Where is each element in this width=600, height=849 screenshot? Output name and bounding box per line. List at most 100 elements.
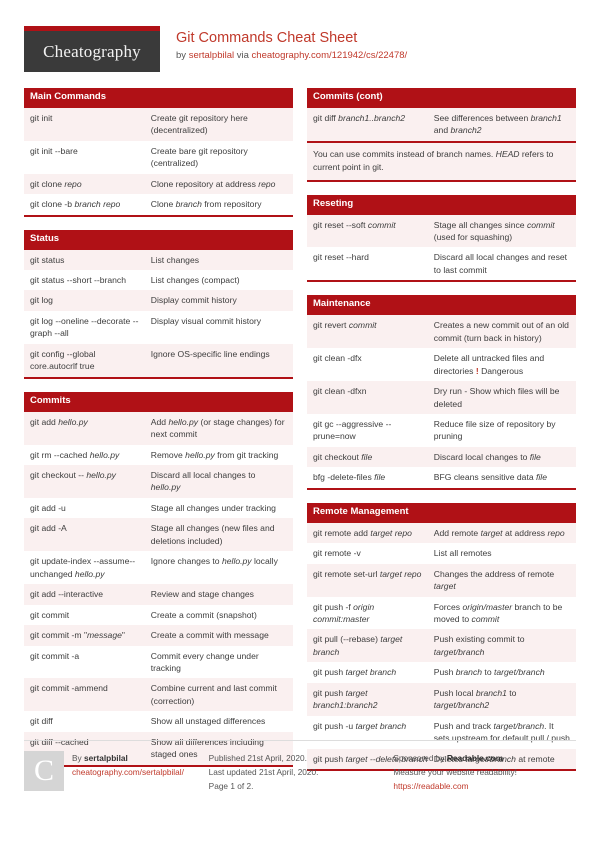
section-title: Main Commands bbox=[24, 88, 293, 108]
description-cell: Display visual commit history bbox=[150, 315, 262, 326]
command-cell: git push target branch1:branch2 bbox=[313, 687, 378, 711]
table-row: git reset --hard Discard all local change… bbox=[307, 247, 576, 281]
footer-author-name: sertalpbilal bbox=[84, 752, 128, 763]
table-row: git pull (--rebase) target branch Push ex… bbox=[307, 629, 576, 663]
command-cell: git log --oneline --decorate --graph -⁠-… bbox=[30, 315, 139, 339]
cheatography-logo[interactable]: Cheatography bbox=[24, 26, 160, 72]
table-row: git init --bare Create bare git repositor… bbox=[24, 140, 293, 174]
footer-updated: Last updated 21st April, 2020. bbox=[208, 766, 319, 777]
table-row: git clean -dfxn Dry run - Show which file… bbox=[307, 381, 576, 414]
section-block: Main Commands git init Create git reposito… bbox=[24, 88, 293, 217]
command-cell: git rm --cached hello.py bbox=[30, 449, 120, 460]
description-cell: Push local branch1 to target/branch2 bbox=[433, 687, 517, 711]
footer-by-label: By bbox=[72, 752, 84, 763]
footer-publish-block: Published 21st April, 2020. Last updated… bbox=[207, 751, 392, 793]
description-cell: Push branch to target/branch bbox=[433, 667, 545, 678]
footer-sponsor-url[interactable]: https://readable.com bbox=[393, 779, 517, 793]
section-rows: git remote add target repo Add remote tar… bbox=[307, 522, 576, 770]
section-title: Commits bbox=[24, 391, 293, 412]
table-row: git add -u Stage all changes under tracki… bbox=[24, 497, 293, 519]
section-rows: git revert commit Creates a new commit ou… bbox=[307, 315, 576, 488]
command-cell: git remote set-url target repo bbox=[313, 568, 422, 579]
table-row: git log --oneline --decorate --graph -⁠-… bbox=[24, 310, 293, 344]
section-title: Status bbox=[24, 229, 293, 250]
footer-sponsor-block: Sponsored by Readable.com Measure your w… bbox=[391, 751, 576, 793]
command-cell: git clean -dfxn bbox=[313, 386, 367, 397]
table-row: git clean -dfx Delete all untracked files… bbox=[307, 348, 576, 382]
command-cell: git init bbox=[30, 112, 53, 123]
description-cell: Discard all local changes and reset to l… bbox=[433, 252, 568, 275]
description-cell: Discard local changes to file bbox=[433, 451, 541, 462]
table-row: git diff Show all unstaged differences bbox=[24, 711, 293, 732]
table-row: git remote add target repo Add remote tar… bbox=[307, 522, 576, 544]
command-cell: git clean -dfx bbox=[313, 353, 362, 364]
section-block: Remote Management git remote add target r… bbox=[307, 502, 576, 772]
description-cell: Stage all changes under tracking bbox=[150, 502, 276, 513]
byline-author-link[interactable]: sertalpbilal bbox=[189, 50, 234, 61]
description-cell: Add hello.py (or stage changes) for next… bbox=[150, 416, 285, 440]
command-cell: git remote -v bbox=[313, 548, 361, 559]
page-footer: C By sertalpbilal cheatography.com/serta… bbox=[24, 739, 576, 793]
description-cell: Create bare git repository (centralized) bbox=[150, 145, 248, 169]
command-cell: git commit -m "message" bbox=[30, 630, 125, 641]
description-cell: Delete all untracked files and directori… bbox=[433, 353, 545, 376]
section-rows: git diff branch1..bra⁠nch2 See difference… bbox=[307, 107, 576, 141]
byline: by sertalpbilal via cheatography.com/121… bbox=[176, 50, 407, 62]
command-cell: git add -A bbox=[30, 523, 67, 534]
command-cell: git checkout -- hello.py bbox=[30, 470, 116, 481]
footer-sponsor-tagline: Measure your website readability! bbox=[393, 766, 517, 777]
footer-by-line: By sertalpbilal bbox=[72, 751, 184, 765]
description-cell: Discard all local changes to hello.py bbox=[150, 470, 256, 493]
command-cell: git add hello.py bbox=[30, 416, 88, 427]
command-cell: git checkout file bbox=[313, 451, 373, 462]
table-row: git push target branch1:branch2 Push loca… bbox=[307, 682, 576, 716]
table-row: git reset --soft commit Stage all changes… bbox=[307, 214, 576, 248]
table-row: git remote set-url target repo Changes th… bbox=[307, 563, 576, 597]
footer-author-url[interactable]: cheatography.com/sertalpbilal/ bbox=[72, 765, 184, 779]
right-column: Commits (cont) git diff branch1..bra⁠nch2… bbox=[307, 88, 576, 784]
cheat-sheet-page: Cheatography Git Commands Cheat Sheet by… bbox=[0, 0, 600, 849]
section-block: Status git status List changes git status -… bbox=[24, 229, 293, 379]
left-column: Main Commands git init Create git reposito… bbox=[24, 88, 293, 780]
description-cell: Ignore changes to hello.py locally bbox=[150, 556, 278, 567]
section-title: Commits (cont) bbox=[307, 88, 576, 108]
content-columns: Main Commands git init Create git reposito… bbox=[24, 88, 576, 784]
command-cell: git update-index --assume--unchanged hel… bbox=[30, 556, 136, 579]
footer-sponsor-name: Readable.com bbox=[446, 752, 504, 763]
description-cell: Show all unstaged differences bbox=[150, 716, 266, 727]
description-cell: Forces origin/master branch to be moved … bbox=[433, 601, 563, 624]
table-row: git checkout file Discard local changes t… bbox=[307, 446, 576, 468]
table-row: git push -f origin commit:master Forces o… bbox=[307, 596, 576, 630]
command-cell: git commit -a bbox=[30, 650, 80, 661]
header-titles: Git Commands Cheat Sheet by sertalpbilal… bbox=[176, 26, 407, 63]
command-cell: git remote add target repo bbox=[313, 527, 412, 538]
table-row: git diff branch1..bra⁠nch2 See difference… bbox=[307, 107, 576, 141]
table-row: git commit Create a commit (snapshot) bbox=[24, 604, 293, 626]
command-cell: git push -f origin commit:master bbox=[313, 601, 375, 624]
table-row: git add --interactive Review and stage ch… bbox=[24, 584, 293, 605]
command-cell: git clone repo bbox=[30, 178, 82, 189]
description-cell: Stage all changes since commit (used for… bbox=[433, 219, 555, 242]
table-row: git commit -m "message" Create a commit w… bbox=[24, 625, 293, 646]
description-cell: List all remotes bbox=[433, 548, 492, 559]
description-cell: Create a commit (snapshot) bbox=[150, 609, 257, 620]
table-row: bfg -delete-files file BFG cleans sensiti… bbox=[307, 467, 576, 488]
table-row: git init Create git repository here (dece… bbox=[24, 107, 293, 141]
command-cell: git init --bare bbox=[30, 145, 78, 156]
byline-source-link[interactable]: cheatography.com/121942/cs/22478/ bbox=[252, 50, 408, 61]
table-row: git status List changes bbox=[24, 249, 293, 271]
command-cell: bfg -delete-files file bbox=[313, 472, 386, 483]
page-title: Git Commands Cheat Sheet bbox=[176, 30, 358, 46]
command-cell: git commit bbox=[30, 609, 70, 620]
command-cell: git reset --soft commit bbox=[313, 219, 396, 230]
section-rows: git reset --soft commit Stage all changes… bbox=[307, 214, 576, 281]
table-row: git clone repo Clone repository at addres… bbox=[24, 173, 293, 195]
table-row: git clone -b branch repo Clone branch fro… bbox=[24, 194, 293, 215]
footer-author-block: C By sertalpbilal cheatography.com/serta… bbox=[24, 750, 207, 793]
table-row: git add -A Stage all changes (new files a… bbox=[24, 518, 293, 552]
section-block: Commits (cont) git diff branch1..bra⁠nch2… bbox=[307, 88, 576, 182]
section-block: Reseting git reset --soft commit Stage all… bbox=[307, 194, 576, 283]
footer-sponsor-line: Sponsored by Readable.com bbox=[393, 751, 517, 765]
table-row: git add hello.py Add hello.py (or stage c… bbox=[24, 411, 293, 445]
description-cell: Remove hello.py from git tracking bbox=[150, 449, 279, 460]
